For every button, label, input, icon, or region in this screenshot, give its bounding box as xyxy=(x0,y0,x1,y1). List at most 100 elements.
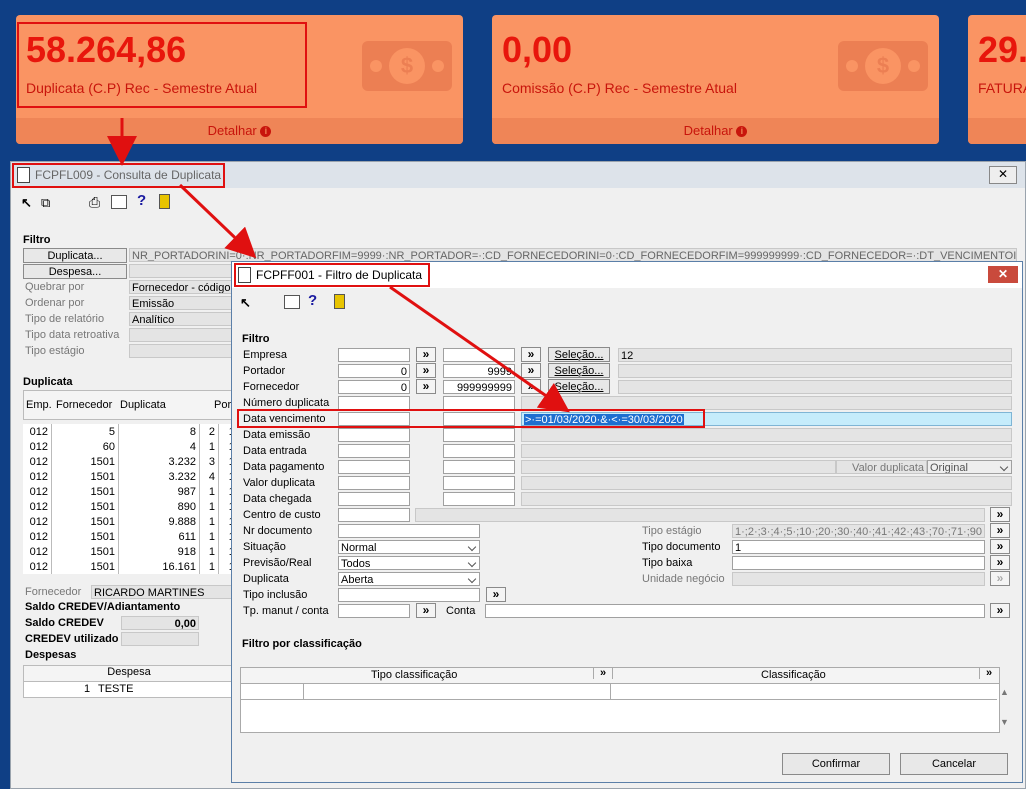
money-icon: $ xyxy=(838,41,928,91)
classificacao-arrow-button[interactable]: » xyxy=(979,667,998,679)
centro-custo-field[interactable] xyxy=(338,508,410,522)
help-icon[interactable]: ? xyxy=(308,292,317,309)
duplicata-button[interactable]: Duplicata... xyxy=(23,248,127,263)
data-vencimento-filter[interactable]: >·=01/03/2020·&·<·=30/03/2020 xyxy=(521,412,1012,426)
table-row[interactable]: 012150161111.0 xyxy=(23,529,248,544)
portador-arrow-button[interactable]: » xyxy=(416,363,436,378)
tipo-relatorio-select[interactable]: Analítico xyxy=(129,312,239,326)
table-row[interactable]: 012150116.16111.0 xyxy=(23,559,248,574)
print-icon[interactable]: ⎙ xyxy=(89,194,100,211)
table-row[interactable]: 012150191811.0 xyxy=(23,544,248,559)
duplicata-select[interactable]: Aberta xyxy=(338,572,480,586)
situacao-select[interactable]: Normal xyxy=(338,540,480,554)
data-chegada-from[interactable] xyxy=(338,492,410,506)
empresa-arrow-to-button[interactable]: » xyxy=(521,347,541,362)
detalhar-link[interactable]: Detalhar i xyxy=(492,118,939,144)
table-row[interactable]: 012150198711.0 xyxy=(23,484,248,499)
ordenar-select[interactable]: Emissão xyxy=(129,296,239,310)
table-row[interactable]: 012150189011.0 xyxy=(23,499,248,514)
close-button[interactable]: ✕ xyxy=(988,266,1018,283)
tipo-inclusao-field[interactable] xyxy=(338,588,480,602)
valor-duplicata-from[interactable] xyxy=(338,476,410,490)
table-row[interactable]: 0125821.0 xyxy=(23,424,248,439)
portador-to[interactable]: 9999 xyxy=(443,364,515,378)
col-duplicata[interactable]: Duplicata xyxy=(120,399,166,411)
table-row[interactable]: 01215013.23241.0 xyxy=(23,469,248,484)
scroll-up-icon[interactable]: ▲ xyxy=(1000,687,1009,697)
tp-manut-arrow-button[interactable]: » xyxy=(416,603,436,618)
col-portador[interactable]: Por xyxy=(214,399,231,411)
table-row[interactable]: 01260411.0 xyxy=(23,439,248,454)
data-emissao-from[interactable] xyxy=(338,428,410,442)
data-vencimento-to[interactable] xyxy=(443,412,515,426)
help-icon[interactable]: ? xyxy=(137,192,146,209)
calendar-icon[interactable] xyxy=(111,195,127,209)
data-vencimento-from[interactable] xyxy=(338,412,410,426)
data-emissao-to[interactable] xyxy=(443,428,515,442)
restore-icon[interactable]: ⧉ xyxy=(41,195,50,211)
empresa-from[interactable] xyxy=(338,348,410,362)
cancelar-button[interactable]: Cancelar xyxy=(900,753,1008,775)
tipo-documento-field[interactable]: 1 xyxy=(732,540,985,554)
tp-manut-field[interactable] xyxy=(338,604,410,618)
data-pagamento-to[interactable] xyxy=(443,460,515,474)
empresa-to[interactable] xyxy=(443,348,515,362)
col-tipo-classificacao[interactable]: Tipo classificação xyxy=(371,669,457,681)
close-button[interactable]: ✕ xyxy=(989,166,1017,184)
classificacao-grid[interactable] xyxy=(240,683,1000,733)
tipo-baixa-arrow-button[interactable]: » xyxy=(990,555,1010,570)
conta-field[interactable] xyxy=(485,604,985,618)
tipo-baixa-field[interactable] xyxy=(732,556,985,570)
exit-icon[interactable] xyxy=(159,194,170,209)
fornecedor-arrow-to-button[interactable]: » xyxy=(521,379,541,394)
classificacao-header: Tipo classificação » Classificação » xyxy=(240,667,1000,684)
exit-icon[interactable] xyxy=(334,294,345,309)
situacao-label: Situação xyxy=(243,541,286,553)
table-row[interactable]: 01215019.88811.0 xyxy=(23,514,248,529)
numero-duplicata-to[interactable] xyxy=(443,396,515,410)
portador-selecao-button[interactable]: Seleção... xyxy=(548,363,610,378)
fornecedor-from[interactable]: 0 xyxy=(338,380,410,394)
data-pagamento-from[interactable] xyxy=(338,460,410,474)
col-fornecedor[interactable]: Fornecedor xyxy=(56,399,112,411)
valor-duplicata-select[interactable]: Original xyxy=(927,460,1012,474)
col-classificacao[interactable]: Classificação xyxy=(761,669,826,681)
detalhar-link[interactable]: Detalhar i xyxy=(16,118,463,144)
portador-arrow-to-button[interactable]: » xyxy=(521,363,541,378)
numero-duplicata-from[interactable] xyxy=(338,396,410,410)
tipo-documento-arrow-button[interactable]: » xyxy=(990,539,1010,554)
valor-duplicata-selection xyxy=(521,476,1012,490)
collapse-icon[interactable]: ↖ xyxy=(240,295,251,311)
fornecedor-selecao-button[interactable]: Seleção... xyxy=(548,379,610,394)
tipo-inclusao-arrow-button[interactable]: » xyxy=(486,587,506,602)
conta-arrow-button[interactable]: » xyxy=(990,603,1010,618)
data-chegada-to[interactable] xyxy=(443,492,515,506)
empresa-arrow-button[interactable]: » xyxy=(416,347,436,362)
fornecedor-arrow-button[interactable]: » xyxy=(416,379,436,394)
data-entrada-to[interactable] xyxy=(443,444,515,458)
collapse-icon[interactable]: ↖ xyxy=(21,195,32,211)
tipo-data-select[interactable] xyxy=(129,328,239,342)
quebrar-select[interactable]: Fornecedor - código xyxy=(129,280,239,294)
tipo-baixa-label: Tipo baixa xyxy=(642,557,693,569)
scroll-down-icon[interactable]: ▼ xyxy=(1000,717,1009,727)
empresa-selecao-button[interactable]: Seleção... xyxy=(548,347,610,362)
fornecedor-to[interactable]: 999999999 xyxy=(443,380,515,394)
data-entrada-label: Data entrada xyxy=(243,445,307,457)
despesa-row[interactable]: 1 TESTE xyxy=(23,681,235,698)
title-bar: FCPFF001 - Filtro de Duplicata ✕ xyxy=(232,262,1022,288)
previsao-select[interactable]: Todos xyxy=(338,556,480,570)
tipo-classificacao-arrow-button[interactable]: » xyxy=(593,667,613,679)
confirmar-button[interactable]: Confirmar xyxy=(782,753,890,775)
calendar-icon[interactable] xyxy=(284,295,300,309)
col-emp[interactable]: Emp. xyxy=(26,399,52,411)
nr-documento-field[interactable] xyxy=(338,524,480,538)
unidade-negocio-arrow-button[interactable]: » xyxy=(990,571,1010,586)
valor-duplicata-to[interactable] xyxy=(443,476,515,490)
portador-from[interactable]: 0 xyxy=(338,364,410,378)
table-row[interactable]: 01215013.23231.0 xyxy=(23,454,248,469)
tipo-estagio-arrow-button[interactable]: » xyxy=(990,523,1010,538)
data-entrada-from[interactable] xyxy=(338,444,410,458)
despesa-button[interactable]: Despesa... xyxy=(23,264,127,279)
centro-custo-arrow-button[interactable]: » xyxy=(990,507,1010,522)
